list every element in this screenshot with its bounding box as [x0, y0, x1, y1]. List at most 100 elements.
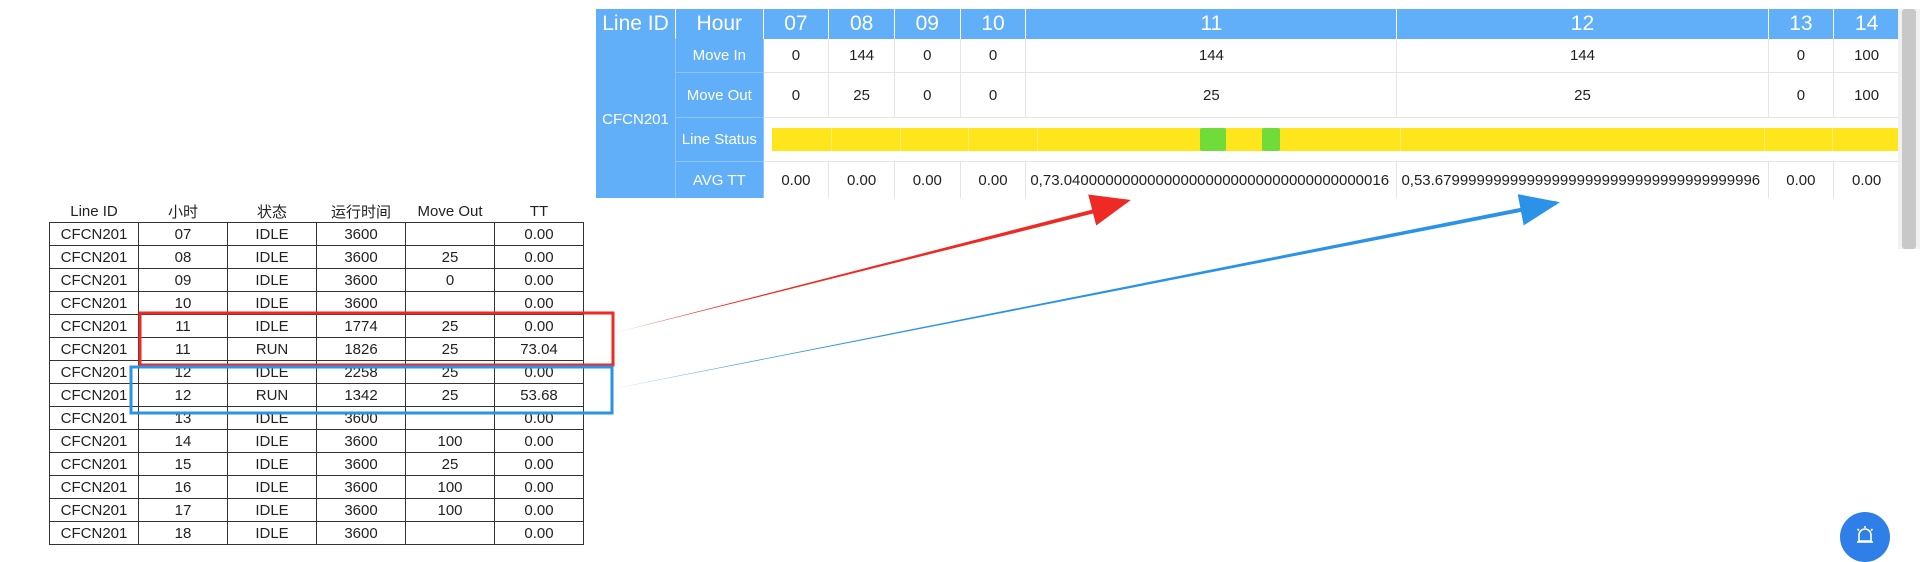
raw-cell-status: IDLE — [227, 406, 317, 430]
row-label-move-out: Move Out — [675, 72, 764, 118]
row-label-move-in: Move In — [675, 39, 764, 73]
line-status-bar[interactable] — [763, 128, 1900, 151]
table-row: CFCN201 14 IDLE 3600 100 0.00 — [49, 429, 584, 453]
header-hour-cell: 14 — [1833, 9, 1900, 39]
raw-cell-hour: 08 — [138, 245, 228, 269]
blue-arrow-head — [1517, 194, 1560, 226]
raw-cell-move-out: 25 — [405, 245, 495, 269]
raw-cell-line-id: CFCN201 — [49, 337, 139, 361]
raw-cell-run-time: 2258 — [316, 360, 406, 384]
move-out-cell: 0 — [960, 72, 1027, 118]
status-hour-tick — [763, 128, 765, 151]
raw-cell-hour: 14 — [138, 429, 228, 453]
raw-header-move-out: Move Out — [417, 202, 483, 220]
raw-cell-status: IDLE — [227, 452, 317, 476]
header-hour-cell: 13 — [1768, 9, 1835, 39]
raw-cell-tt: 0.00 — [494, 498, 584, 522]
raw-cell-tt: 0.00 — [494, 268, 584, 292]
line-status-row: Line Status — [596, 117, 1900, 162]
table-row: CFCN201 16 IDLE 3600 100 0.00 — [49, 475, 584, 499]
raw-cell-move-out: 25 — [405, 383, 495, 407]
row-label-line-status: Line Status — [675, 117, 764, 162]
red-arrow — [614, 203, 1119, 333]
raw-cell-status: IDLE — [227, 521, 317, 545]
table-row: CFCN201 12 IDLE 2258 25 0.00 — [49, 360, 584, 384]
raw-cell-line-id: CFCN201 — [49, 291, 139, 315]
dashboard-table: Line ID Hour 07 08 09 10 11 12 13 14 CFC… — [596, 9, 1900, 198]
raw-cell-hour: 15 — [138, 452, 228, 476]
raw-cell-hour: 16 — [138, 475, 228, 499]
raw-cell-run-time: 3600 — [316, 429, 406, 453]
raw-cell-hour: 11 — [138, 337, 228, 361]
table-row: CFCN201 12 RUN 1342 25 53.68 — [49, 383, 584, 407]
move-out-cell: 25 — [1025, 72, 1398, 118]
move-in-cell: 144 — [1025, 39, 1398, 73]
raw-header-line-id: Line ID — [70, 202, 118, 220]
raw-cell-tt: 0.00 — [494, 222, 584, 246]
raw-header-hour: 小时 — [167, 203, 198, 221]
raw-cell-status: RUN — [227, 337, 317, 361]
move-out-cell: 100 — [1833, 72, 1900, 118]
raw-cell-line-id: CFCN201 — [49, 498, 139, 522]
raw-cell-status: IDLE — [227, 314, 317, 338]
raw-cell-tt: 0.00 — [494, 429, 584, 453]
scrollbar-thumb[interactable] — [1902, 9, 1916, 249]
table-row: CFCN201 13 IDLE 3600 0.00 — [49, 406, 584, 430]
raw-cell-tt: 53.68 — [494, 383, 584, 407]
raw-cell-tt: 0.00 — [494, 521, 584, 545]
raw-cell-move-out: 25 — [405, 452, 495, 476]
status-run-segment[interactable] — [1200, 128, 1226, 151]
avg-tt-cell: 0,53.67999999999999999999999999999999999… — [1396, 161, 1769, 198]
move-in-cell: 0 — [763, 39, 830, 73]
raw-cell-run-time: 3600 — [316, 521, 406, 545]
raw-cell-line-id: CFCN201 — [49, 222, 139, 246]
raw-cell-line-id: CFCN201 — [49, 475, 139, 499]
raw-cell-tt: 0.00 — [494, 452, 584, 476]
avg-tt-cell: 0.00 — [1833, 161, 1900, 198]
raw-cell-status: IDLE — [227, 245, 317, 269]
raw-cell-move-out: 25 — [405, 360, 495, 384]
header-line-id: Line ID — [596, 9, 676, 39]
avg-tt-cell: 0.00 — [960, 161, 1027, 198]
raw-cell-tt: 0.00 — [494, 360, 584, 384]
move-out-cell: 0 — [763, 72, 830, 118]
status-hour-tick — [968, 128, 970, 151]
raw-cell-status: IDLE — [227, 268, 317, 292]
move-in-cell: 0 — [894, 39, 961, 73]
dashboard-header-row: Line ID Hour 07 08 09 10 11 12 13 14 — [596, 9, 1900, 39]
raw-cell-run-time: 1342 — [316, 383, 406, 407]
raw-cell-status: IDLE — [227, 498, 317, 522]
move-out-cell: 0 — [1768, 72, 1835, 118]
status-hour-tick — [1832, 128, 1834, 151]
raw-cell-run-time: 3600 — [316, 291, 406, 315]
raw-cell-tt: 0.00 — [494, 291, 584, 315]
line-status-timeline-cell — [763, 117, 1900, 162]
raw-cell-run-time: 3600 — [316, 452, 406, 476]
table-row: CFCN201 09 IDLE 3600 0 0.00 — [49, 268, 584, 292]
raw-cell-status: RUN — [227, 383, 317, 407]
raw-cell-tt: 73.04 — [494, 337, 584, 361]
raw-cell-status: IDLE — [227, 475, 317, 499]
move-out-cell: 0 — [894, 72, 961, 118]
raw-cell-move-out: 100 — [405, 475, 495, 499]
vertical-scrollbar[interactable] — [1898, 9, 1920, 249]
table-row: CFCN201 18 IDLE 3600 0.00 — [49, 521, 584, 545]
status-hour-tick — [1400, 128, 1402, 151]
move-in-cell: 100 — [1833, 39, 1900, 73]
avg-tt-cell: 0.00 — [1768, 161, 1835, 198]
table-row: CFCN201 10 IDLE 3600 0.00 — [49, 291, 584, 315]
raw-cell-move-out: 25 — [405, 337, 495, 361]
status-run-segment[interactable] — [1262, 128, 1281, 151]
raw-cell-hour: 07 — [138, 222, 228, 246]
raw-cell-hour: 17 — [138, 498, 228, 522]
avg-tt-cell: 0.00 — [828, 161, 895, 198]
raw-cell-hour: 13 — [138, 406, 228, 430]
raw-cell-move-out: 100 — [405, 498, 495, 522]
avg-tt-cell: 0.00 — [894, 161, 961, 198]
table-row: CFCN201 11 RUN 1826 25 73.04 — [49, 337, 584, 361]
header-hour-cell: 09 — [894, 9, 961, 39]
raw-table-header-row: Line ID 小时 状态 运行时间 Move Out TT — [50, 200, 584, 223]
raw-header-run-time: 运行时间 — [330, 203, 391, 221]
raw-cell-hour: 12 — [138, 383, 228, 407]
header-hour-cell: 12 — [1396, 9, 1769, 39]
